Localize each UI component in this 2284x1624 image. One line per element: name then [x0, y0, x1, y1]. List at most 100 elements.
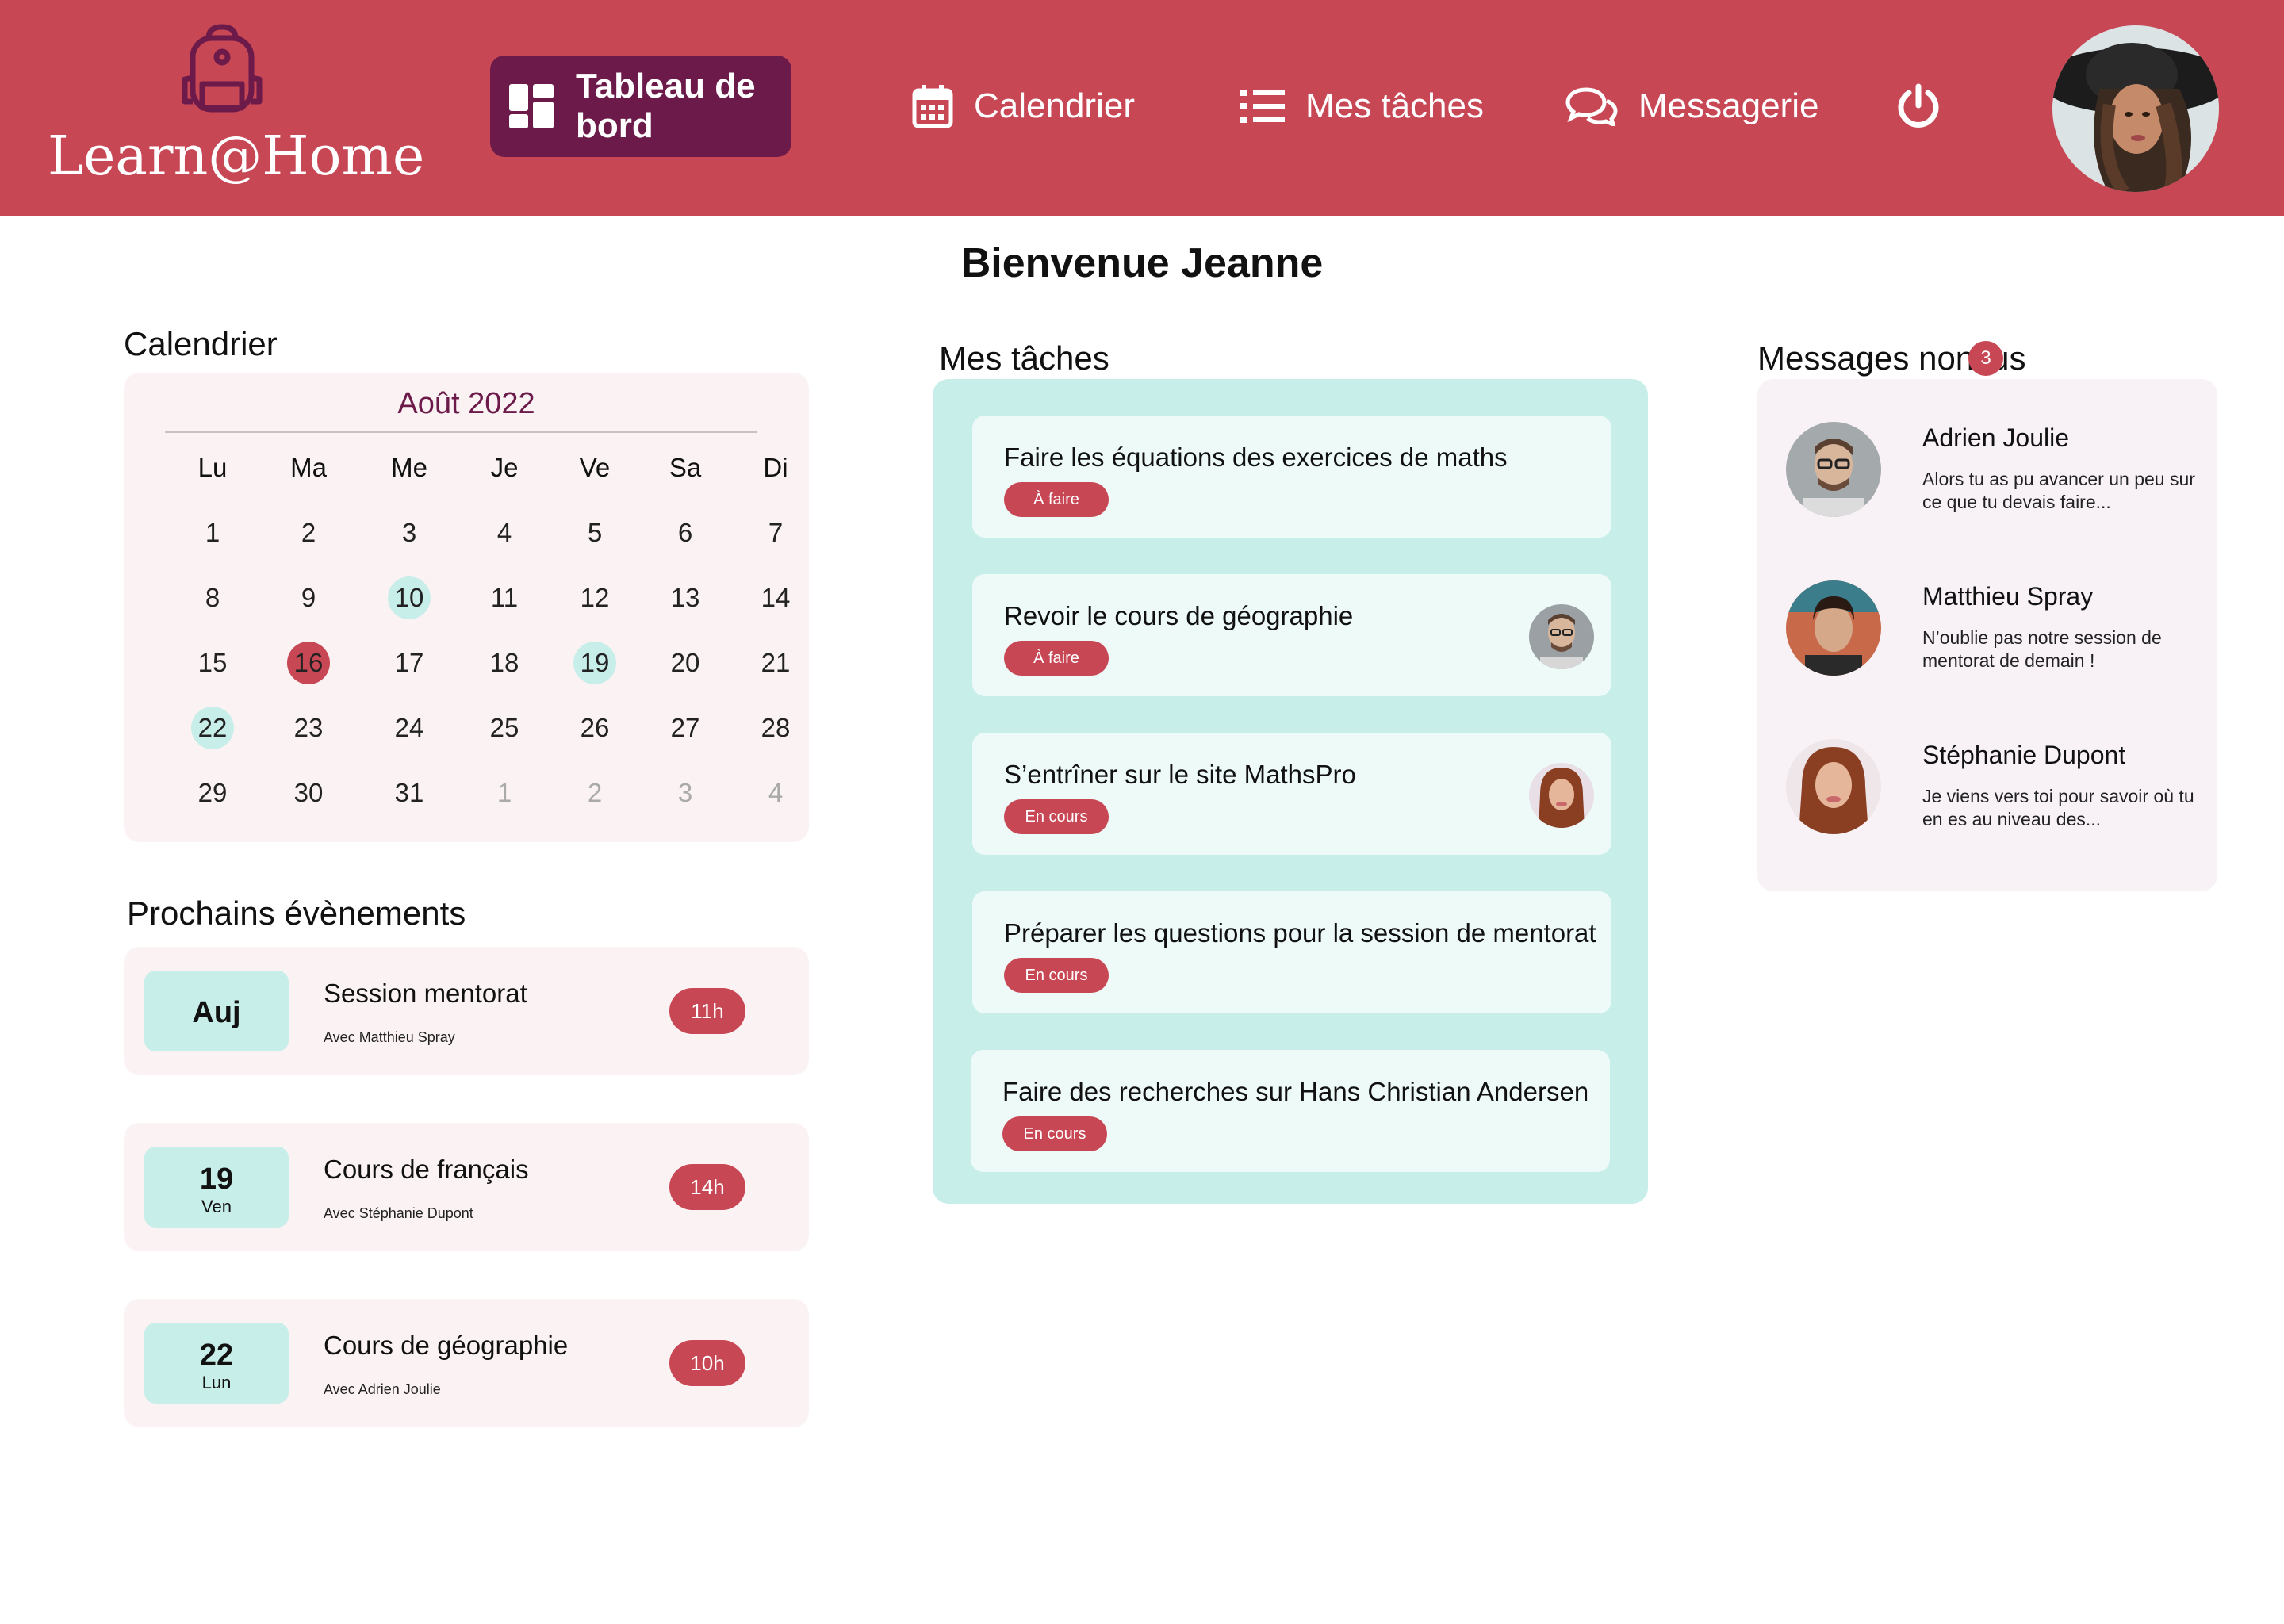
calendar-day[interactable]: 2 [277, 511, 340, 555]
calendar-day[interactable]: 23 [277, 706, 340, 750]
calendar-day[interactable]: 5 [563, 511, 627, 555]
top-header: Learn@Home Tableau de bord Calendrier Me… [0, 0, 2284, 216]
task-card[interactable]: Préparer les questions pour la session d… [972, 891, 1611, 1013]
app-logo[interactable]: Learn@Home [48, 22, 425, 197]
calendar-day[interactable]: 21 [744, 641, 807, 685]
sender-avatar[interactable] [1786, 739, 1881, 834]
calendar-day[interactable]: 17 [377, 641, 441, 685]
event-date-badge: 22 Lun [144, 1323, 289, 1404]
calendar-day-event[interactable]: 22 [181, 706, 244, 750]
event-time-badge: 14h [669, 1164, 745, 1210]
calendar-day[interactable]: 18 [473, 641, 536, 685]
calendar-day[interactable]: 27 [653, 706, 717, 750]
calendar-widget: Août 2022 Lu Ma Me Je Ve Sa Di 1 2 3 4 5… [124, 373, 809, 842]
power-icon [1898, 83, 1939, 128]
assignee-avatar [1529, 763, 1594, 828]
event-title: Cours de géographie [324, 1331, 569, 1360]
nav-messagerie[interactable]: Messagerie [1565, 56, 1818, 157]
nav-label: Calendrier [974, 86, 1135, 125]
message-preview: Alors tu as pu avancer un peu sur ce que… [1922, 469, 2195, 512]
nav-mes-taches[interactable]: Mes tâches [1240, 56, 1484, 157]
welcome-heading: Bienvenue Jeanne [960, 240, 1324, 286]
sender-avatar[interactable] [1786, 422, 1881, 517]
task-card[interactable]: S’entrîner sur le site MathsPro En cours [972, 733, 1611, 855]
tasks-panel: Faire les équations des exercices de mat… [933, 379, 1648, 1204]
calendar-day-next-month[interactable]: 3 [653, 771, 717, 815]
sender-name: Stéphanie Dupont [1922, 741, 2126, 769]
calendar-day[interactable]: 30 [277, 771, 340, 815]
dashboard-icon [509, 84, 554, 128]
nav-tableau-de-bord[interactable]: Tableau de bord [490, 56, 791, 157]
calendar-day[interactable]: 4 [473, 511, 536, 555]
nav-label: Tableau de bord [576, 67, 756, 145]
task-title: Faire les équations des exercices de mat… [1004, 442, 1508, 472]
event-date-badge: Auj [144, 971, 289, 1051]
task-card[interactable]: Faire des recherches sur Hans Christian … [971, 1050, 1610, 1172]
message-preview: Je viens vers toi pour savoir où tu en e… [1922, 786, 2194, 829]
calendar-day[interactable]: 3 [377, 511, 441, 555]
task-card[interactable]: Faire les équations des exercices de mat… [972, 416, 1611, 538]
task-status-badge: À faire [1004, 641, 1109, 676]
calendar-day[interactable]: 13 [653, 576, 717, 620]
messages-panel: Adrien Joulie Alors tu as pu avancer un … [1757, 379, 2217, 891]
nav-label: Messagerie [1638, 86, 1819, 125]
calendar-day[interactable]: 6 [653, 511, 717, 555]
event-card[interactable]: Auj Session mentorat Avec Matthieu Spray… [124, 947, 809, 1075]
calendar-day[interactable]: 28 [744, 706, 807, 750]
calendar-day[interactable]: 26 [563, 706, 627, 750]
calendar-day-event[interactable]: 19 [563, 641, 627, 685]
calendar-day[interactable]: 11 [473, 576, 536, 620]
task-card[interactable]: Revoir le cours de géographie À faire [972, 574, 1611, 696]
calendar-day[interactable]: 12 [563, 576, 627, 620]
calendar-day[interactable]: 31 [377, 771, 441, 815]
calendar-day[interactable]: 20 [653, 641, 717, 685]
weekday-label: Ma [290, 453, 327, 482]
calendar-day-event[interactable]: 10 [377, 576, 441, 620]
nav-calendrier[interactable]: Calendrier [912, 56, 1135, 157]
calendar-day[interactable]: 8 [181, 576, 244, 620]
event-date-badge: 19 Ven [144, 1147, 289, 1228]
event-participant: Avec Adrien Joulie [324, 1381, 441, 1397]
task-title: Revoir le cours de géographie [1004, 601, 1354, 630]
calendar-day[interactable]: 25 [473, 706, 536, 750]
event-title: Cours de français [324, 1155, 529, 1184]
nav-label: Mes tâches [1305, 86, 1484, 125]
event-participant: Avec Matthieu Spray [324, 1029, 455, 1045]
task-title: Préparer les questions pour la session d… [1004, 918, 1596, 948]
calendar-day[interactable]: 15 [181, 641, 244, 685]
calendar-day-today[interactable]: 16 [277, 641, 340, 685]
app-name: Learn@Home [48, 125, 425, 188]
list-icon [1240, 90, 1285, 123]
weekday-label: Me [391, 453, 427, 482]
calendar-day-next-month[interactable]: 1 [473, 771, 536, 815]
calendar-day[interactable]: 1 [181, 511, 244, 555]
calendar-icon [912, 85, 953, 128]
calendar-day[interactable]: 7 [744, 511, 807, 555]
logout-button[interactable] [1895, 83, 1941, 135]
calendar-day-next-month[interactable]: 2 [563, 771, 627, 815]
calendar-day-next-month[interactable]: 4 [744, 771, 807, 815]
event-card[interactable]: 19 Ven Cours de français Avec Stéphanie … [124, 1123, 809, 1251]
calendar-day[interactable]: 24 [377, 706, 441, 750]
events-section-title: Prochains évènements [127, 894, 466, 932]
sender-name: Matthieu Spray [1922, 582, 2094, 611]
event-participant: Avec Stéphanie Dupont [324, 1205, 473, 1221]
user-avatar[interactable] [2052, 25, 2219, 192]
weekday-label: Lu [197, 453, 228, 482]
event-date: 19 [199, 1162, 234, 1196]
event-time-badge: 10h [669, 1340, 745, 1386]
task-status-badge: En cours [1004, 958, 1109, 993]
sender-avatar[interactable] [1786, 580, 1881, 676]
event-card[interactable]: 22 Lun Cours de géographie Avec Adrien J… [124, 1299, 809, 1427]
event-weekday: Lun [201, 1373, 232, 1392]
task-status-badge: En cours [1002, 1116, 1107, 1151]
task-title: S’entrîner sur le site MathsPro [1004, 760, 1356, 789]
calendar-month: Août 2022 [397, 387, 535, 420]
task-title: Faire des recherches sur Hans Christian … [1002, 1077, 1589, 1106]
backpack-icon [182, 24, 263, 113]
calendar-day[interactable]: 14 [744, 576, 807, 620]
event-title: Session mentorat [324, 979, 527, 1008]
calendar-day[interactable]: 9 [277, 576, 340, 620]
calendar-day[interactable]: 29 [181, 771, 244, 815]
task-status-badge: À faire [1004, 482, 1109, 517]
